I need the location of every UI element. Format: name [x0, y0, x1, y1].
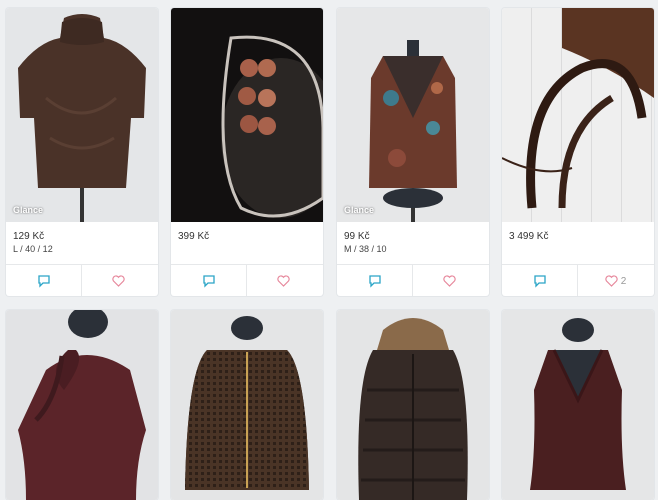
- card-actions: 2: [502, 264, 654, 296]
- product-photo[interactable]: [171, 8, 323, 222]
- glance-badge: Glance: [13, 205, 44, 215]
- glance-badge: Glance: [344, 205, 375, 215]
- product-photo[interactable]: [502, 8, 654, 222]
- like-count: 2: [620, 275, 627, 287]
- product-photo[interactable]: Glance: [6, 8, 158, 222]
- heart-icon: [605, 275, 618, 287]
- heart-icon: [111, 275, 125, 287]
- card-actions: [6, 264, 158, 296]
- product-price: 99 Kč: [344, 231, 370, 242]
- product-card[interactable]: Glance 99 Kč M / 38 / 10: [337, 8, 489, 296]
- product-info: 129 Kč L / 40 / 12: [13, 230, 53, 255]
- product-photo[interactable]: [171, 310, 323, 500]
- product-photo[interactable]: [6, 310, 158, 500]
- product-card[interactable]: [6, 310, 158, 500]
- comment-icon: [368, 275, 381, 288]
- comment-button[interactable]: [6, 265, 82, 296]
- like-button[interactable]: 2: [578, 265, 653, 296]
- product-card[interactable]: [337, 310, 489, 500]
- product-info: 99 Kč M / 38 / 10: [344, 230, 387, 255]
- comment-icon: [37, 275, 50, 288]
- heart-icon: [442, 275, 456, 287]
- heart-icon: [276, 275, 290, 287]
- product-price: 3 499 Kč: [509, 231, 549, 242]
- product-info: 399 Kč: [178, 230, 209, 243]
- product-card[interactable]: [171, 310, 323, 500]
- like-button[interactable]: [413, 265, 488, 296]
- comment-icon: [202, 275, 215, 288]
- comment-icon: [533, 275, 546, 288]
- like-button[interactable]: [247, 265, 322, 296]
- like-button[interactable]: [82, 265, 157, 296]
- comment-button[interactable]: [337, 265, 413, 296]
- product-size: L / 40 / 12: [13, 244, 53, 254]
- comment-button[interactable]: [171, 265, 247, 296]
- product-card[interactable]: [502, 310, 654, 500]
- product-grid: Glance 129 Kč L / 40 / 12 399 Kč Glance …: [0, 0, 658, 500]
- comment-button[interactable]: [502, 265, 578, 296]
- product-price: 129 Kč: [13, 231, 45, 242]
- product-info: 3 499 Kč: [509, 230, 548, 243]
- product-card[interactable]: 3 499 Kč 2: [502, 8, 654, 296]
- product-card[interactable]: 399 Kč: [171, 8, 323, 296]
- card-actions: [337, 264, 489, 296]
- product-photo[interactable]: [502, 310, 654, 500]
- product-photo[interactable]: Glance: [337, 8, 489, 222]
- product-price: 399 Kč: [178, 231, 210, 242]
- product-photo[interactable]: [337, 310, 489, 500]
- product-size: M / 38 / 10: [344, 244, 387, 254]
- product-card[interactable]: Glance 129 Kč L / 40 / 12: [6, 8, 158, 296]
- card-actions: [171, 264, 323, 296]
